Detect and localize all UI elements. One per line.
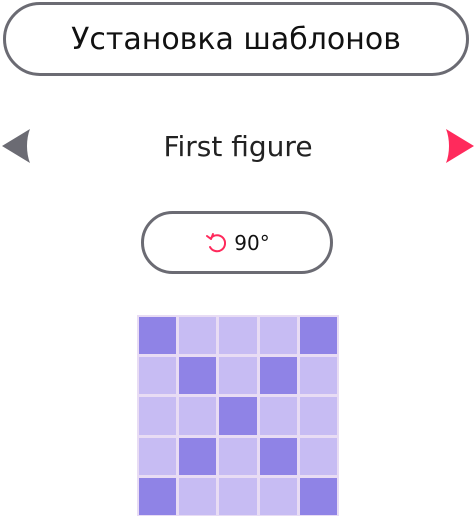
grid-cell[interactable] [299,317,337,355]
grid-cell[interactable] [219,397,257,435]
template-setup-screen: Установка шаблонов First figure 90° [0,0,476,516]
rotate-button[interactable]: 90° [141,211,333,274]
next-figure-button[interactable] [444,127,476,165]
grid-cell[interactable] [219,357,257,395]
grid-cell[interactable] [219,437,257,475]
grid-cell[interactable] [139,357,177,395]
grid-cell[interactable] [299,477,337,515]
grid-cell[interactable] [179,477,217,515]
figure-navigator: First figure [0,124,476,168]
grid-cell[interactable] [179,357,217,395]
grid-cell[interactable] [299,437,337,475]
grid-cell[interactable] [139,397,177,435]
grid-cell[interactable] [259,317,297,355]
grid-cell[interactable] [219,317,257,355]
grid-cell[interactable] [139,317,177,355]
grid-cell[interactable] [299,397,337,435]
grid-cell[interactable] [299,357,337,395]
grid-cell[interactable] [179,437,217,475]
rotate-ccw-icon [206,232,227,252]
page-title-text: Установка шаблонов [71,21,401,57]
grid-cell[interactable] [179,397,217,435]
grid-cell[interactable] [179,317,217,355]
grid-cell[interactable] [259,357,297,395]
triangle-right-icon [446,129,474,163]
grid-cell[interactable] [139,437,177,475]
grid-cell[interactable] [259,397,297,435]
figure-name: First figure [163,129,313,163]
page-title: Установка шаблонов [3,2,469,76]
previous-figure-button[interactable] [0,127,32,165]
grid-cell[interactable] [259,477,297,515]
rotate-label: 90° [234,230,270,255]
grid-cell[interactable] [259,437,297,475]
triangle-left-icon [2,129,30,163]
grid-cell[interactable] [139,477,177,515]
pattern-grid [137,315,339,516]
grid-cell[interactable] [219,477,257,515]
